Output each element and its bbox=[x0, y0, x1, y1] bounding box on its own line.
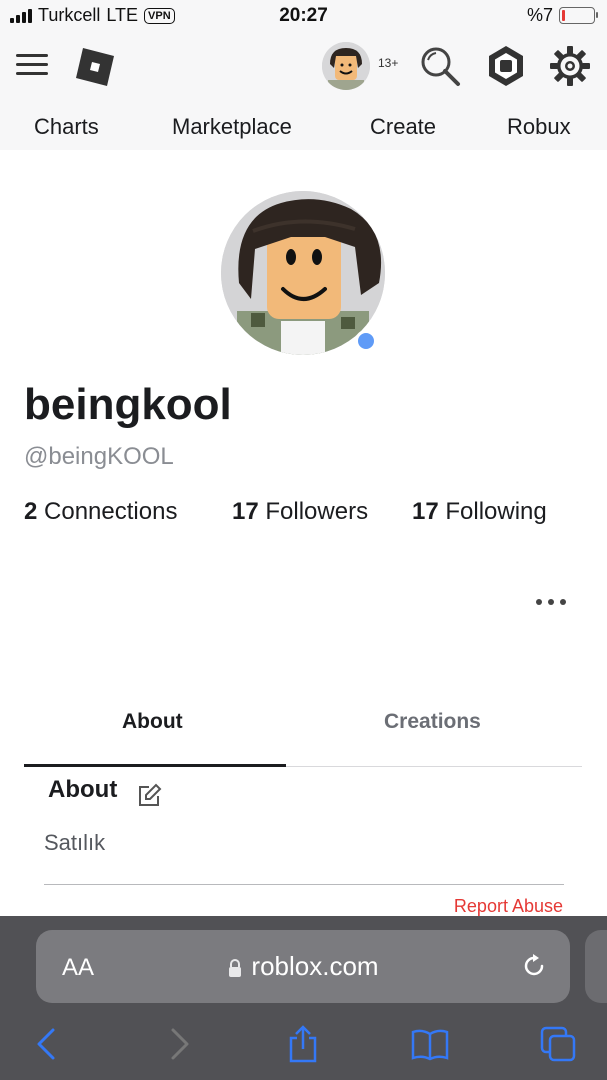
app-header: 13+ bbox=[0, 34, 607, 102]
roblox-logo-icon[interactable] bbox=[74, 46, 116, 88]
robux-icon[interactable] bbox=[484, 44, 528, 88]
tab-active-indicator bbox=[24, 764, 286, 767]
url-display[interactable]: roblox.com bbox=[36, 951, 570, 982]
bookmarks-icon[interactable] bbox=[410, 1024, 450, 1064]
address-bar[interactable]: AA roblox.com bbox=[36, 930, 570, 1003]
connections-label: Connections bbox=[44, 498, 178, 525]
connections-count: 2 bbox=[24, 498, 38, 525]
status-bar: Turkcell LTE VPN 20:27 %7 bbox=[0, 0, 607, 34]
following-link[interactable]: 17 Following bbox=[412, 498, 547, 526]
edit-icon[interactable] bbox=[135, 782, 163, 810]
lock-icon bbox=[229, 959, 242, 978]
about-description: Satılık bbox=[44, 830, 106, 855]
followers-link[interactable]: 17 Followers bbox=[232, 498, 368, 526]
reload-icon[interactable] bbox=[520, 952, 548, 980]
main-nav: Charts Marketplace Create Robux bbox=[0, 102, 607, 150]
profile-display-name: beingkool bbox=[24, 380, 232, 429]
followers-count: 17 bbox=[232, 498, 259, 525]
nav-charts[interactable]: Charts bbox=[34, 114, 99, 140]
age-badge: 13+ bbox=[378, 56, 399, 70]
more-options-button[interactable] bbox=[536, 592, 566, 612]
tabs-icon[interactable] bbox=[538, 1024, 578, 1064]
online-status-indicator bbox=[355, 330, 377, 352]
battery-icon bbox=[559, 7, 598, 24]
tab-creations[interactable]: Creations bbox=[384, 710, 481, 734]
nav-create[interactable]: Create bbox=[370, 114, 436, 140]
browser-toolbar: AA roblox.com bbox=[0, 916, 607, 1080]
header-avatar[interactable] bbox=[322, 42, 370, 90]
menu-icon[interactable] bbox=[16, 54, 48, 78]
clock: 20:27 bbox=[279, 5, 328, 26]
forward-icon[interactable] bbox=[158, 1024, 198, 1064]
about-divider bbox=[44, 884, 564, 885]
settings-gear-icon[interactable] bbox=[548, 44, 592, 88]
following-count: 17 bbox=[412, 498, 439, 525]
nav-robux[interactable]: Robux bbox=[507, 114, 571, 140]
share-icon[interactable] bbox=[283, 1024, 323, 1064]
search-icon[interactable] bbox=[418, 44, 462, 88]
followers-label: Followers bbox=[265, 498, 369, 525]
battery-percent: %7 bbox=[526, 5, 553, 25]
connections-link[interactable]: 2 Connections bbox=[24, 498, 177, 526]
nav-marketplace[interactable]: Marketplace bbox=[172, 114, 292, 140]
about-heading: About bbox=[48, 776, 118, 803]
profile-username: @beingKOOL bbox=[24, 443, 174, 470]
back-icon[interactable] bbox=[28, 1024, 68, 1064]
status-right: %7 bbox=[526, 5, 598, 26]
report-abuse-link[interactable]: Report Abuse bbox=[454, 896, 563, 917]
next-tab-preview[interactable] bbox=[585, 930, 607, 1003]
tab-about[interactable]: About bbox=[122, 710, 183, 734]
url-text: roblox.com bbox=[251, 951, 379, 981]
following-label: Following bbox=[445, 498, 547, 525]
